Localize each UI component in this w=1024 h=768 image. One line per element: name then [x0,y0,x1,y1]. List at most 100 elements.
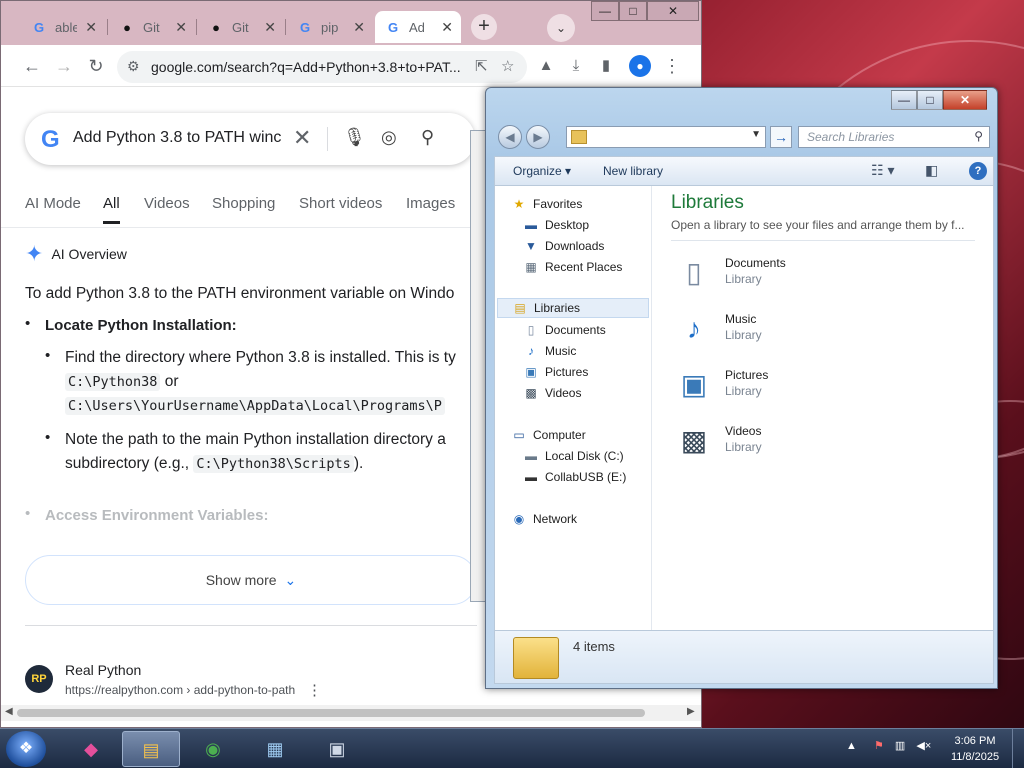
share-icon[interactable]: ⇱ [475,57,488,75]
minimize-button[interactable]: — [891,90,917,110]
libraries-content: Libraries Open a library to see your fil… [653,186,993,630]
maximize-button[interactable]: □ [917,90,943,110]
network-tray-icon[interactable]: ▥ [895,740,905,752]
tab-1[interactable]: G able ✕ [21,11,105,43]
nav-desktop[interactable]: ▬ Desktop [523,215,589,235]
details-pane: 4 items [494,630,994,684]
address-bar[interactable]: ⚙ google.com/search?q=Add+Python+3.8+to+… [117,51,527,83]
tab-4[interactable]: G pip ✕ [287,11,373,43]
search-icon[interactable]: ⚲ [421,127,434,148]
tab-images[interactable]: Images [406,195,455,212]
clock[interactable]: 3:06 PM 11/8/2025 [945,733,1005,765]
new-library-button[interactable]: New library [603,164,663,178]
result-more-icon[interactable]: ⋮ [307,681,322,699]
view-options-icon[interactable]: ☷ ▾ [871,162,894,179]
show-hidden-icons[interactable]: ▲ [846,740,857,752]
tab-videos[interactable]: Videos [144,195,190,212]
tab-search-button[interactable]: ⌄ [547,14,575,42]
volume-muted-icon[interactable]: ◀× [916,740,931,752]
go-arrow-icon[interactable]: → [770,126,792,148]
tab-2[interactable]: ● Git ✕ [109,11,195,43]
result-url[interactable]: https://realpython.com › add-python-to-p… [65,683,295,697]
tab-shopping[interactable]: Shopping [212,195,275,212]
taskbar-app-pink-icon[interactable]: ◆ [62,731,120,767]
nav-libraries[interactable]: ▤ Libraries [497,298,649,318]
microphone-icon[interactable]: 🎙 [343,127,366,148]
nav-music[interactable]: ♪ Music [523,341,576,361]
tab-3[interactable]: ● Git ✕ [198,11,284,43]
close-tab-icon[interactable]: ✕ [353,19,365,36]
tab-title: able [55,19,77,35]
tab-all[interactable]: All [103,195,120,224]
taskbar-remote-desktop-icon[interactable]: ▣ [308,731,366,767]
forward-arrow-icon[interactable]: ▶ [526,125,550,149]
close-button[interactable]: ✕ [647,1,699,21]
close-tab-icon[interactable]: ✕ [264,19,276,36]
nav-videos[interactable]: ▩ Videos [523,383,581,403]
new-tab-button[interactable]: + [471,14,497,40]
search-input[interactable]: Add Python 3.8 to PATH winc [73,129,289,147]
clock-date: 11/8/2025 [950,751,1000,763]
result-site-name[interactable]: Real Python [65,662,141,678]
back-button[interactable]: ← [21,55,43,77]
forward-button[interactable]: → [53,55,75,77]
profile-avatar[interactable]: ● [629,55,651,77]
scrollbar-thumb[interactable] [17,709,645,717]
nav-network[interactable]: ◉ Network [511,509,577,529]
tab-short-videos[interactable]: Short videos [299,195,382,212]
close-tab-icon[interactable]: ✕ [85,19,97,36]
google-lens-icon[interactable]: ◎ [381,127,397,148]
address-dropdown-icon[interactable]: ▼ [751,129,761,140]
clear-search-icon[interactable]: ✕ [293,125,311,151]
nav-usb-drive[interactable]: ▬ CollabUSB (E:) [523,467,626,487]
github-icon: ● [123,19,131,35]
explorer-address-bar[interactable]: ▼ [566,126,766,148]
nav-pictures[interactable]: ▣ Pictures [523,362,588,382]
scroll-left-icon[interactable]: ◀ [5,706,13,717]
site-info-icon[interactable]: ⚙ [127,58,140,75]
action-center-icon[interactable]: ⚑ [874,740,884,752]
libraries-subtitle: Open a library to see your files and arr… [671,218,965,232]
taskbar-control-panel-icon[interactable]: ▦ [246,731,304,767]
nav-documents[interactable]: ▯ Documents [523,320,606,340]
explorer-nav-row: ◀ ▶ ▼ → Search Libraries ⚲ [494,122,994,150]
menu-dots-icon[interactable]: ⋮ [661,55,683,77]
extensions-icon[interactable]: ▲ [535,55,557,77]
back-arrow-icon[interactable]: ◀ [498,125,522,149]
reload-button[interactable]: ↻ [85,55,107,77]
search-icon[interactable]: ⚲ [974,129,983,143]
close-tab-icon[interactable]: ✕ [441,19,453,36]
preview-pane-icon[interactable]: ◧ [925,162,938,179]
minimize-button[interactable]: — [591,1,619,21]
explorer-search-field[interactable]: Search Libraries ⚲ [798,126,990,148]
close-tab-icon[interactable]: ✕ [175,19,187,36]
music-icon: ♪ [528,344,534,358]
nav-computer[interactable]: ▭ Computer [511,425,585,445]
taskbar-chrome-icon[interactable]: ◉ [184,731,242,767]
nav-favorites[interactable]: ★ Favorites [511,194,583,214]
close-button[interactable]: ✕ [943,90,987,110]
tab-5-active[interactable]: G Ad ✕ [375,11,461,43]
code-python38: C:\Python38 [65,373,161,391]
bookmark-star-icon[interactable]: ☆ [501,57,514,75]
maximize-button[interactable]: □ [619,1,647,21]
help-icon[interactable]: ? [969,162,987,180]
show-desktop-button[interactable] [1012,729,1024,768]
side-panel-icon[interactable]: ▮ [595,55,617,77]
start-button[interactable]: ❖ [6,731,46,767]
ai-intro-text: To add Python 3.8 to the PATH environmen… [25,285,455,302]
download-icon[interactable]: ⤓ [565,55,587,77]
taskbar-explorer-icon[interactable]: ▤ [122,731,180,767]
show-more-button[interactable]: Show more ⌄ [25,555,477,605]
nav-local-disk[interactable]: ▬ Local Disk (C:) [523,446,624,466]
organize-menu[interactable]: Organize ▾ [513,164,571,178]
horizontal-scrollbar[interactable]: ◀ ▶ [1,705,701,721]
search-box[interactable]: G Add Python 3.8 to PATH winc ✕ 🎙 ◎ ⚲ [25,113,475,165]
nav-downloads[interactable]: ▼ Downloads [523,236,604,256]
url-text[interactable]: google.com/search?q=Add+Python+3.8+to+PA… [151,59,461,75]
explorer-window-controls: — □ ✕ [891,90,987,110]
nav-recent-places[interactable]: ▦ Recent Places [523,257,622,277]
tab-ai-mode[interactable]: AI Mode [25,195,81,212]
star-icon: ★ [513,197,525,211]
scroll-right-icon[interactable]: ▶ [687,706,695,717]
